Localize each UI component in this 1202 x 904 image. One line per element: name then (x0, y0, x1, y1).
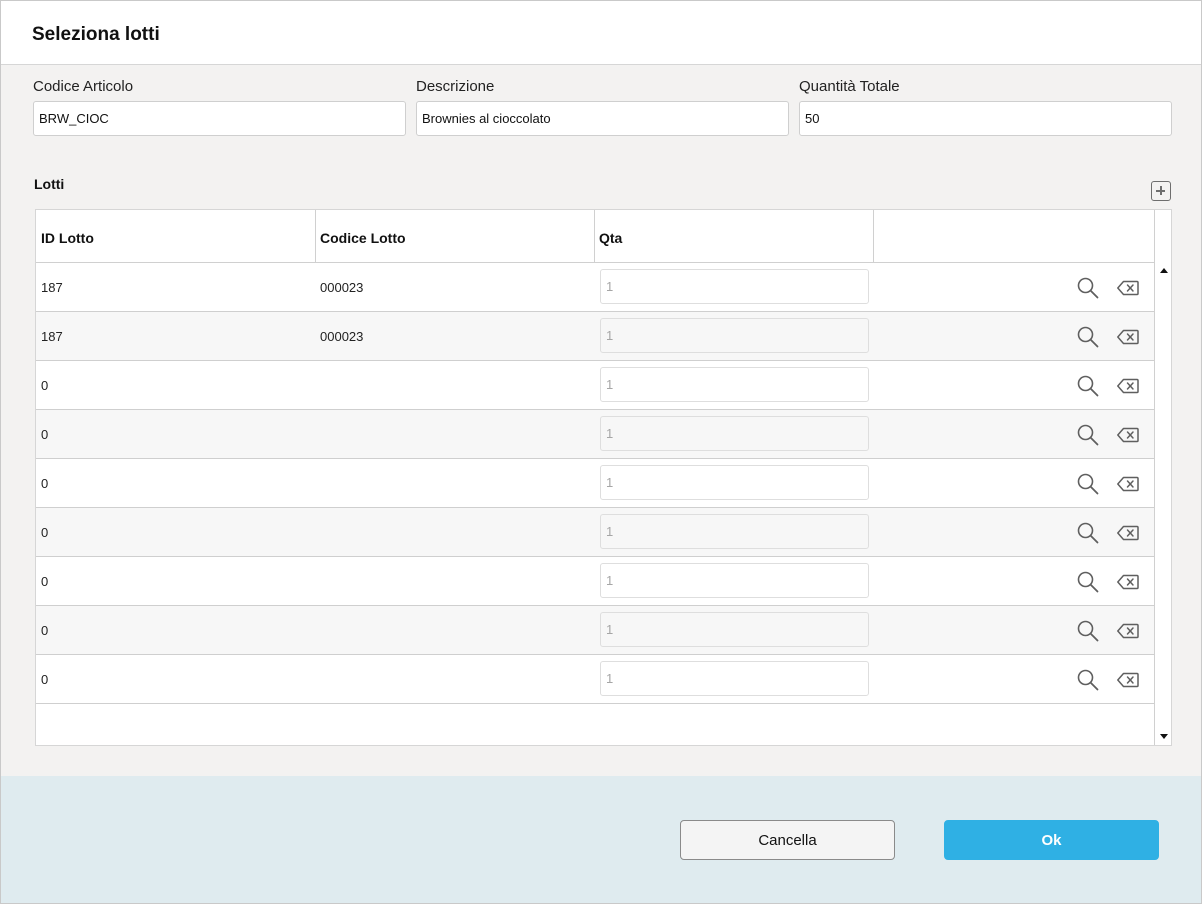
search-icon[interactable] (1076, 325, 1100, 349)
backspace-icon[interactable] (1116, 472, 1140, 496)
id-lotto-cell: 0 (41, 378, 49, 393)
codice-lotto-cell: 000023 (320, 329, 364, 344)
dialog-titlebar: Seleziona lotti (1, 1, 1201, 65)
lotti-section-title: Lotti (34, 176, 65, 192)
cancel-button[interactable]: Cancella (680, 820, 895, 860)
column-header-actions (873, 210, 1154, 263)
backspace-icon[interactable] (1116, 423, 1140, 447)
backspace-icon[interactable] (1116, 276, 1140, 300)
id-lotto-cell: 187 (41, 329, 63, 344)
select-lots-dialog: Seleziona lotti Codice Articolo Descrizi… (0, 0, 1202, 904)
scroll-down-arrow-icon[interactable] (1160, 734, 1168, 739)
lots-grid: ID Lotto Codice Lotto Qta 18700002318700… (35, 209, 1172, 746)
qta-input[interactable] (600, 416, 869, 451)
grid-scrollbar[interactable] (1154, 210, 1171, 745)
search-icon[interactable] (1076, 374, 1100, 398)
qta-input[interactable] (600, 367, 869, 402)
descrizione-field[interactable] (416, 101, 789, 136)
column-header-codice-lotto[interactable]: Codice Lotto (315, 210, 595, 263)
backspace-icon[interactable] (1116, 521, 1140, 545)
ok-button[interactable]: Ok (944, 820, 1159, 860)
table-row[interactable]: 0 (36, 557, 1154, 606)
backspace-icon[interactable] (1116, 325, 1140, 349)
table-row[interactable]: 0 (36, 606, 1154, 655)
id-lotto-cell: 0 (41, 672, 49, 687)
search-icon[interactable] (1076, 570, 1100, 594)
qta-input[interactable] (600, 465, 869, 500)
id-lotto-cell: 0 (41, 427, 49, 442)
table-row[interactable]: 0 (36, 459, 1154, 508)
codice-articolo-label: Codice Articolo (33, 78, 134, 95)
qta-input[interactable] (600, 563, 869, 598)
grid-body: 187 000023 187 000023 0 0 0 0 0 0 0 (36, 263, 1154, 704)
backspace-icon[interactable] (1116, 619, 1140, 643)
id-lotto-cell: 0 (41, 525, 49, 540)
table-row[interactable]: 0 (36, 655, 1154, 704)
search-icon[interactable] (1076, 423, 1100, 447)
column-header-id-lotto[interactable]: ID Lotto (36, 210, 316, 263)
descrizione-label: Descrizione (416, 78, 495, 95)
table-row[interactable]: 0 (36, 410, 1154, 459)
search-icon[interactable] (1076, 276, 1100, 300)
column-header-qta[interactable]: Qta (594, 210, 874, 263)
id-lotto-cell: 0 (41, 574, 49, 589)
quantita-totale-label: Quantità Totale (799, 78, 900, 95)
scroll-up-arrow-icon[interactable] (1160, 268, 1168, 273)
search-icon[interactable] (1076, 472, 1100, 496)
dialog-title: Seleziona lotti (32, 24, 160, 45)
qta-input[interactable] (600, 318, 869, 353)
codice-articolo-field[interactable] (33, 101, 406, 136)
backspace-icon[interactable] (1116, 374, 1140, 398)
table-row[interactable]: 0 (36, 508, 1154, 557)
qta-input[interactable] (600, 269, 869, 304)
codice-lotto-cell: 000023 (320, 280, 364, 295)
qta-input[interactable] (600, 612, 869, 647)
id-lotto-cell: 0 (41, 476, 49, 491)
search-icon[interactable] (1076, 619, 1100, 643)
dialog-footer: Cancella Ok (1, 776, 1201, 903)
table-row[interactable]: 187 000023 (36, 263, 1154, 312)
id-lotto-cell: 0 (41, 623, 49, 638)
qta-input[interactable] (600, 661, 869, 696)
grid-header: ID Lotto Codice Lotto Qta (36, 210, 1154, 263)
qta-input[interactable] (600, 514, 869, 549)
search-icon[interactable] (1076, 521, 1100, 545)
table-row[interactable]: 0 (36, 361, 1154, 410)
id-lotto-cell: 187 (41, 280, 63, 295)
backspace-icon[interactable] (1116, 570, 1140, 594)
add-lot-button[interactable] (1151, 181, 1171, 201)
table-row[interactable]: 187 000023 (36, 312, 1154, 361)
quantita-totale-field[interactable] (799, 101, 1172, 136)
search-icon[interactable] (1076, 668, 1100, 692)
backspace-icon[interactable] (1116, 668, 1140, 692)
